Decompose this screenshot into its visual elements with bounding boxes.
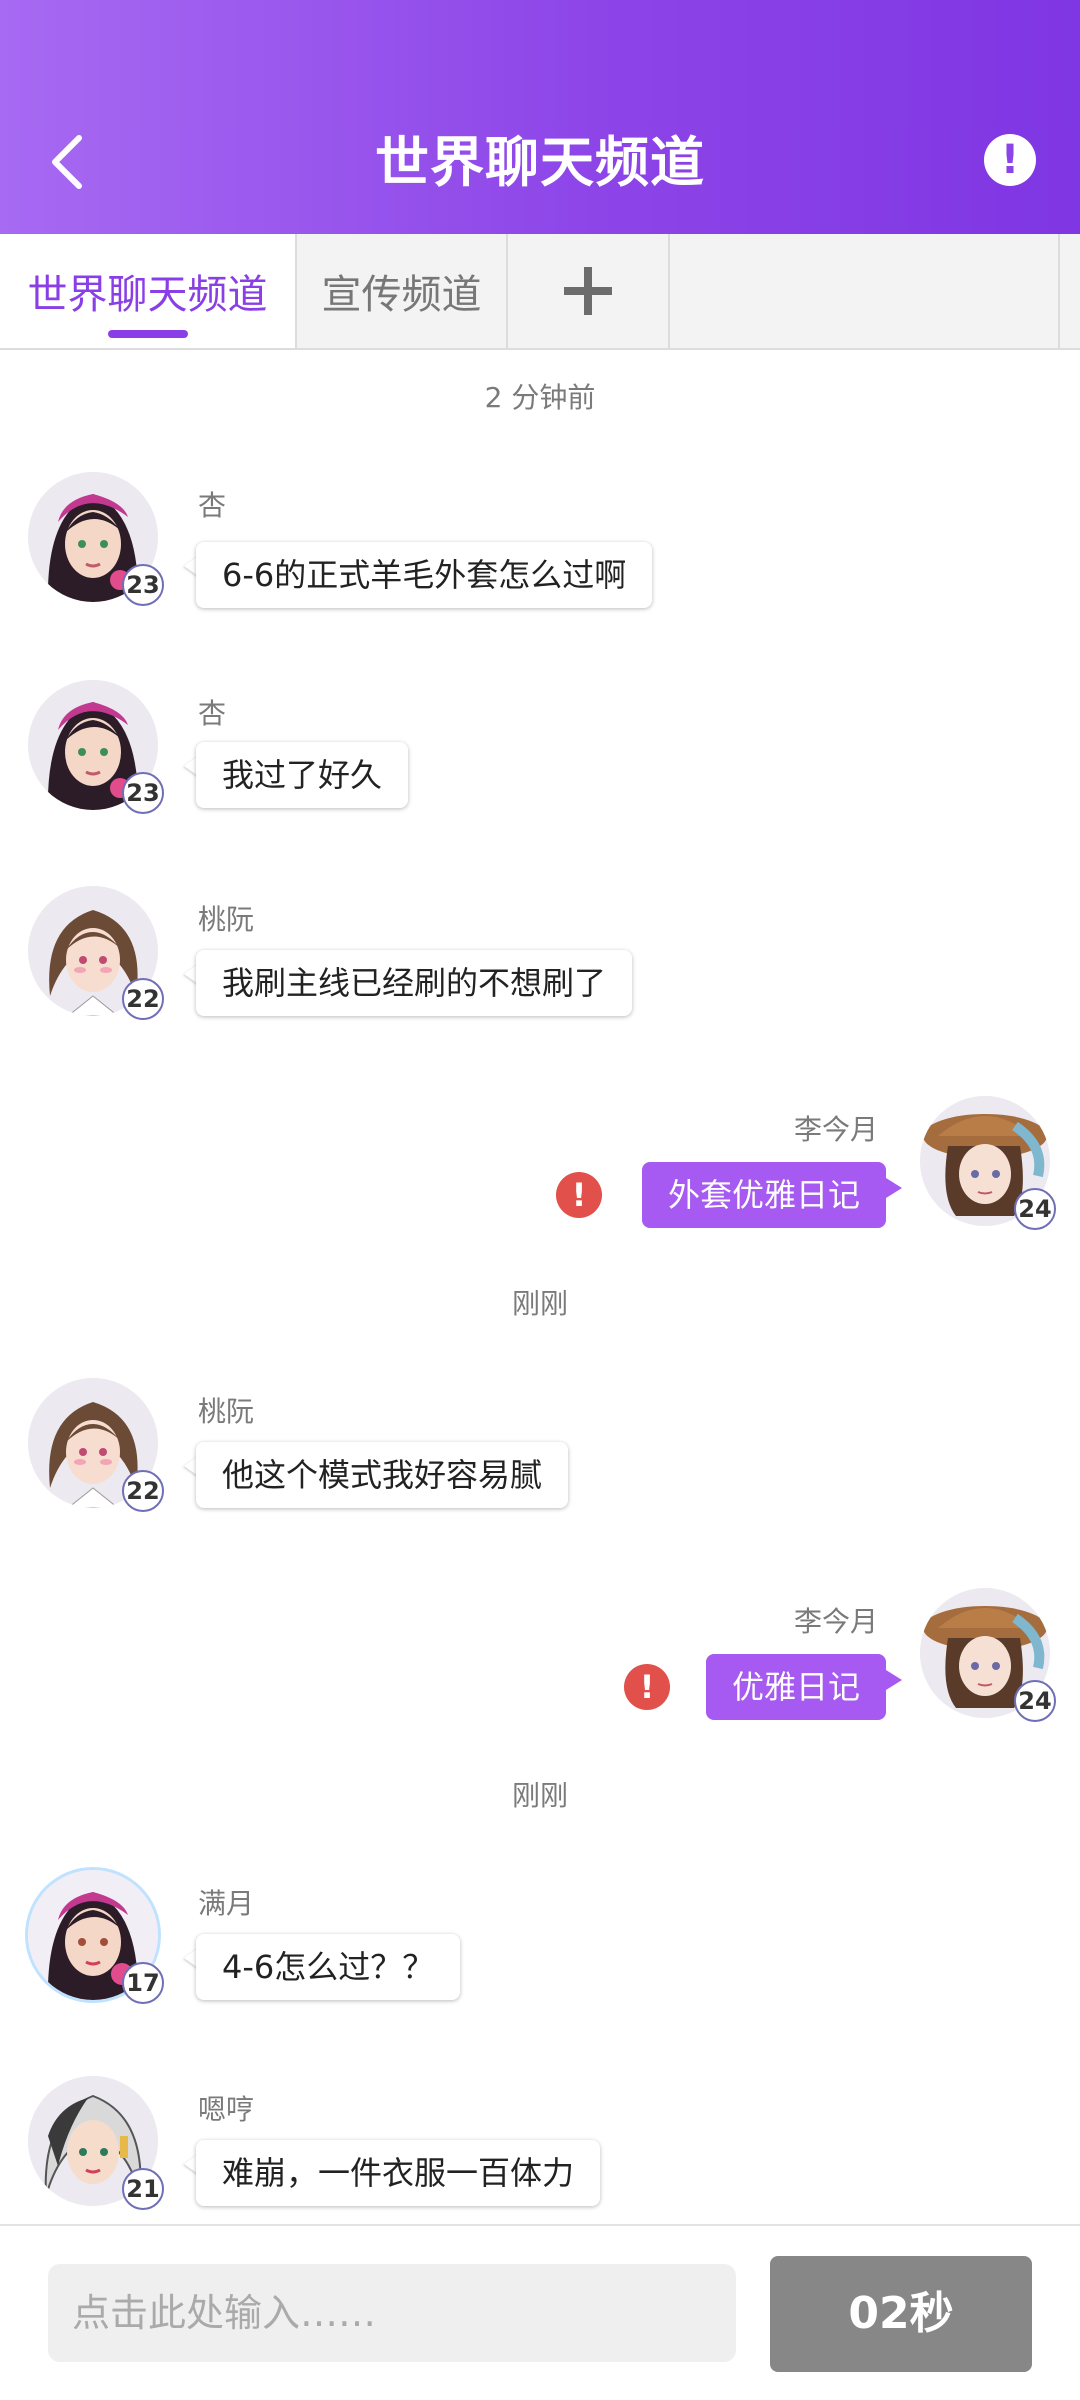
send-failed-icon[interactable]: !: [624, 1664, 670, 1710]
avatar[interactable]: 23: [28, 472, 164, 606]
avatar[interactable]: 23: [28, 680, 164, 814]
message-input[interactable]: 点击此处输入……: [48, 2264, 736, 2362]
level-badge: 23: [122, 564, 164, 606]
send-failed-icon[interactable]: !: [556, 1172, 602, 1218]
timestamp: 刚刚: [511, 1779, 568, 1812]
add-tab-button[interactable]: [508, 234, 670, 348]
tab-promotion[interactable]: 宣传频道: [297, 234, 508, 348]
level-badge: 21: [122, 2168, 164, 2210]
message-list[interactable]: 2 分钟前 23 杏 6-6的正式羊毛外套怎么过啊 23 杏 我过了好久 22 …: [0, 352, 1080, 2224]
level-badge: 24: [1014, 1680, 1056, 1722]
tab-empty-slot: [670, 234, 1060, 348]
send-button[interactable]: 02秒: [770, 2256, 1032, 2372]
avatar[interactable]: 22: [28, 1378, 164, 1512]
level-badge: 22: [122, 1470, 164, 1512]
username: 杏: [198, 489, 227, 522]
avatar[interactable]: 24: [920, 1588, 1056, 1722]
header-bar: 世界聊天频道 !: [0, 0, 1080, 234]
username: 李今月: [793, 1605, 878, 1638]
message-bubble[interactable]: 他这个模式我好容易腻: [196, 1442, 569, 1508]
username: 嗯哼: [198, 2093, 255, 2126]
level-badge: 24: [1014, 1188, 1056, 1230]
username: 满月: [198, 1887, 255, 1920]
avatar[interactable]: 21: [28, 2076, 164, 2210]
level-badge: 23: [122, 772, 164, 814]
avatar[interactable]: 17: [28, 1870, 164, 2004]
chat-screen: 世界聊天频道 ! 世界聊天频道 宣传频道 2 分钟前 23 杏 6-6的正式羊毛…: [0, 0, 1080, 2400]
exclamation-circle-icon[interactable]: !: [984, 134, 1036, 186]
avatar[interactable]: 22: [28, 886, 164, 1020]
bubble-tail: [886, 1670, 902, 1690]
username: 桃阮: [198, 1395, 255, 1428]
message-bubble[interactable]: 难崩，一件衣服一百体力: [196, 2140, 601, 2206]
page-title: 世界聊天频道: [375, 131, 705, 194]
avatar[interactable]: 24: [920, 1096, 1056, 1230]
bubble-tail: [886, 1178, 902, 1198]
channel-tabs: 世界聊天频道 宣传频道: [0, 234, 1080, 350]
username: 李今月: [793, 1113, 878, 1146]
level-badge: 17: [122, 1962, 164, 2004]
username: 杏: [198, 697, 227, 730]
tab-label: 宣传频道: [321, 272, 482, 318]
tab-world-chat[interactable]: 世界聊天频道: [0, 234, 297, 348]
composer-bar: 点击此处输入…… 02秒: [0, 2224, 1080, 2400]
message-bubble[interactable]: 我过了好久: [196, 742, 409, 808]
tab-label: 世界聊天频道: [27, 272, 268, 318]
plus-icon: [564, 267, 612, 315]
active-tab-indicator: [107, 330, 188, 338]
message-bubble[interactable]: 我刷主线已经刷的不想刷了: [196, 950, 633, 1016]
message-bubble[interactable]: 4-6怎么过？？: [196, 1934, 461, 2000]
message-bubble[interactable]: 外套优雅日记: [641, 1162, 886, 1228]
username: 桃阮: [198, 903, 255, 936]
timestamp: 刚刚: [511, 1287, 568, 1320]
level-badge: 22: [122, 978, 164, 1020]
tab-empty-slot: [1060, 234, 1080, 348]
message-bubble[interactable]: 优雅日记: [705, 1654, 886, 1720]
timestamp: 2 分钟前: [484, 381, 596, 414]
message-bubble[interactable]: 6-6的正式羊毛外套怎么过啊: [196, 542, 653, 608]
